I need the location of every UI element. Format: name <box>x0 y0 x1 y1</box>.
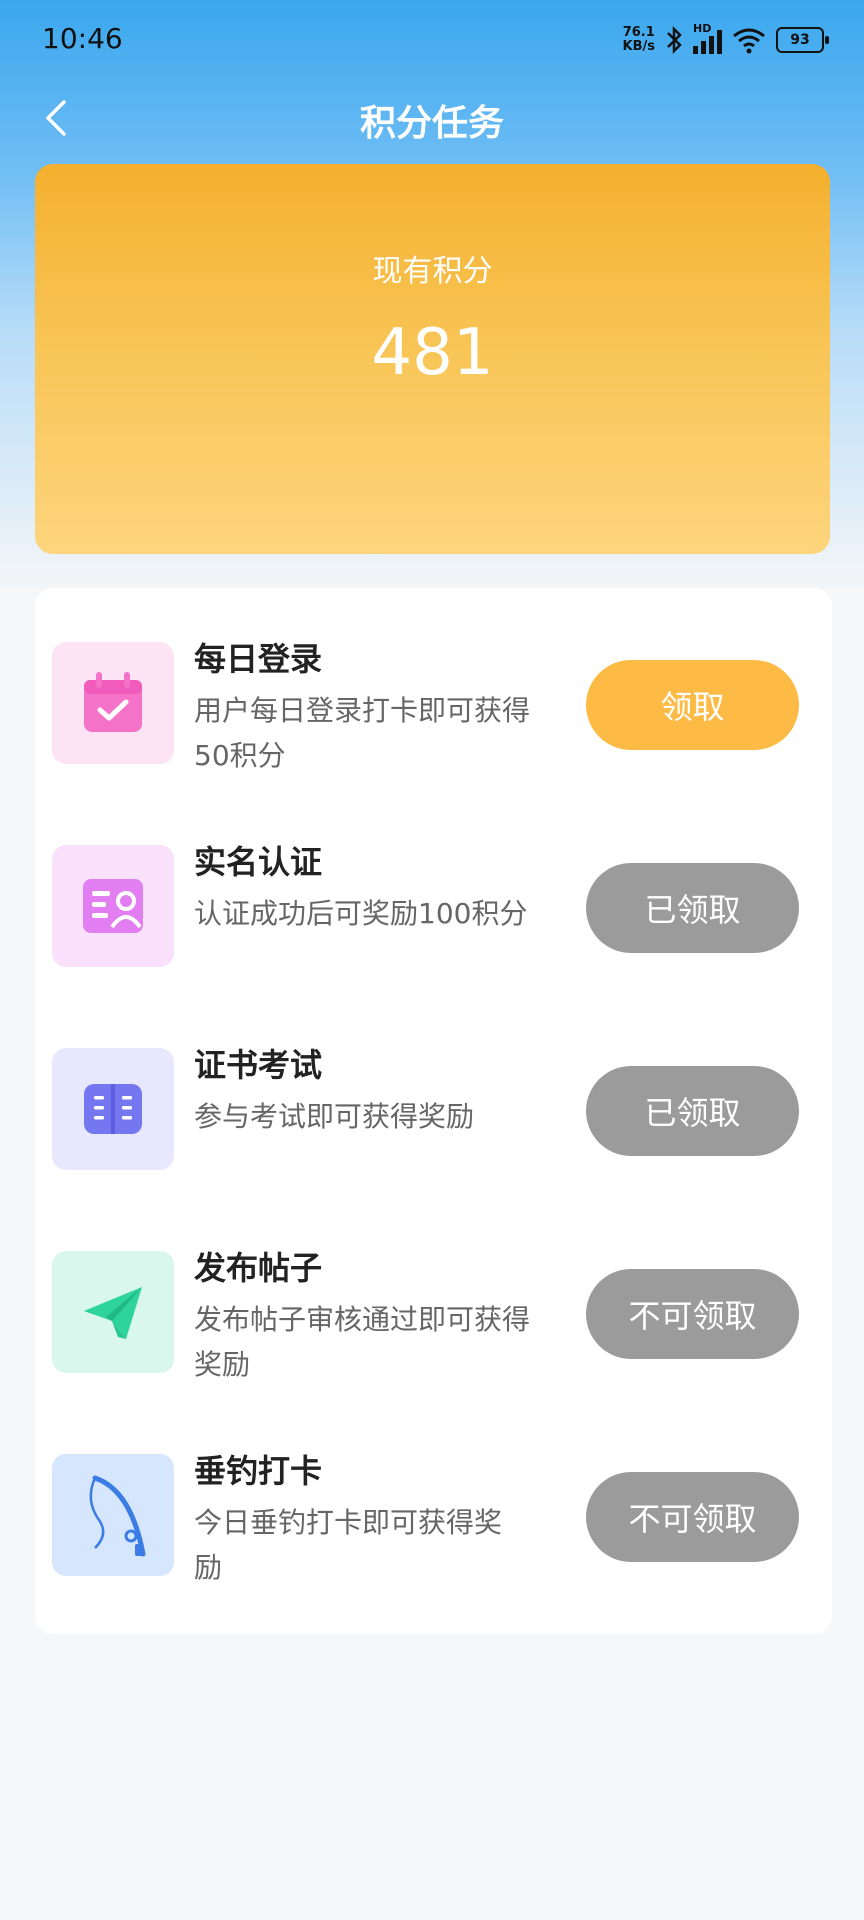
task-icon-box <box>52 1048 174 1170</box>
bluetooth-icon <box>667 25 682 55</box>
claimed-button[interactable]: 已领取 <box>586 1066 799 1156</box>
cell-signal-icon: HD <box>693 22 722 54</box>
task-item-certificate-exam: 证书考试 参与考试即可获得奖励 已领取 <box>35 994 832 1197</box>
task-title: 证书考试 <box>194 1046 323 1084</box>
task-description: 用户每日登录打卡即可获得50积分 <box>194 694 531 772</box>
battery-indicator: 93 <box>776 27 829 53</box>
claimed-button[interactable]: 已领取 <box>586 863 799 953</box>
nav-bar: 积分任务 <box>0 88 864 148</box>
task-description: 发布帖子审核通过即可获得奖励 <box>194 1303 531 1381</box>
task-icon-box <box>52 845 174 967</box>
points-value: 481 <box>371 316 494 390</box>
task-item-fishing-checkin: 垂钓打卡 今日垂钓打卡即可获得奖励 不可领取 <box>35 1400 832 1603</box>
task-title: 每日登录 <box>194 640 323 678</box>
points-label: 现有积分 <box>372 254 493 289</box>
network-speed: 76.1 KB/s <box>622 25 655 54</box>
task-title: 垂钓打卡 <box>194 1452 323 1490</box>
task-description: 今日垂钓打卡即可获得奖励 <box>194 1506 503 1584</box>
task-description: 参与考试即可获得奖励 <box>194 1100 475 1133</box>
status-icons: 76.1 KB/s HD 93 <box>622 22 829 58</box>
task-title: 发布帖子 <box>194 1249 323 1287</box>
paper-plane-icon <box>84 1287 142 1339</box>
task-item-real-name: 实名认证 认证成功后可奖励100积分 已领取 <box>35 791 832 994</box>
task-icon-box <box>52 1251 174 1373</box>
claim-button[interactable]: 领取 <box>586 660 799 750</box>
task-description: 认证成功后可奖励100积分 <box>194 897 528 930</box>
fishing-rod-icon <box>89 1475 146 1557</box>
book-icon <box>84 1084 142 1134</box>
task-icon-box <box>52 1454 174 1576</box>
unavailable-button[interactable]: 不可领取 <box>586 1472 799 1562</box>
task-list: 每日登录 用户每日登录打卡即可获得50积分 领取 实名认证 认证成功后可奖励10… <box>35 588 832 1634</box>
points-card: 现有积分 481 <box>35 164 830 554</box>
page-title: 积分任务 <box>359 103 504 144</box>
task-icon-box <box>52 642 174 764</box>
calendar-check-icon <box>84 672 142 732</box>
task-item-publish-post: 发布帖子 发布帖子审核通过即可获得奖励 不可领取 <box>35 1197 832 1400</box>
status-time: 10:46 <box>42 22 123 55</box>
task-item-daily-login: 每日登录 用户每日登录打卡即可获得50积分 领取 <box>35 588 832 791</box>
task-title: 实名认证 <box>194 843 323 881</box>
unavailable-button[interactable]: 不可领取 <box>586 1269 799 1359</box>
wifi-icon <box>733 28 765 54</box>
status-bar: 10:46 76.1 KB/s HD 93 <box>0 0 864 80</box>
id-card-icon <box>83 879 143 933</box>
